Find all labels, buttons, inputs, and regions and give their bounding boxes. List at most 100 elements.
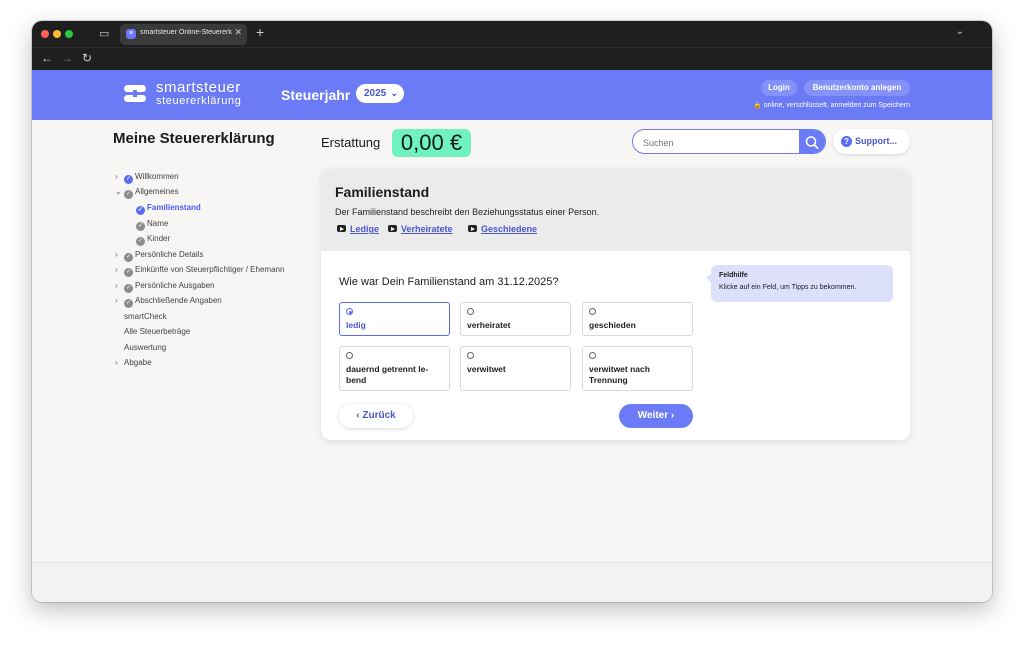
sidebar-item-allgemeines[interactable]: ⌄ ✓ Allgemeines — [115, 187, 179, 199]
card-description: Der Familienstand beschreibt den Beziehu… — [335, 207, 600, 217]
sidebar-item-willkommen[interactable]: › ✓ Willkommen — [115, 172, 179, 184]
option-dauernd-getrennt[interactable]: dauernd getrennt le-bend — [339, 346, 450, 391]
logo-text-steuererklaerung: steuererklärung — [156, 95, 242, 107]
option-verheiratet[interactable]: verheiratet — [460, 302, 571, 336]
video-link-geschiedene[interactable]: Geschiedene — [468, 224, 537, 234]
chevron-right-icon: › — [115, 250, 118, 259]
check-icon: ✓ — [124, 253, 133, 262]
browser-tab[interactable]: ≡ smartsteuer Online-Steuererklä ✕ — [120, 24, 247, 45]
sidebar-title: Meine Steuererklärung — [113, 130, 275, 147]
field-help-title: Feldhilfe — [719, 272, 748, 279]
maximize-window-button[interactable] — [65, 30, 73, 38]
back-arrow-icon[interactable]: ← — [41, 51, 53, 65]
login-button[interactable]: Login — [761, 80, 797, 96]
next-button[interactable]: Weiter › — [619, 404, 693, 428]
close-window-button[interactable] — [41, 30, 49, 38]
radio-icon — [589, 352, 596, 359]
sidebar-item-name[interactable]: ✓ Name — [136, 219, 168, 231]
lock-icon: 🔒 — [753, 102, 762, 109]
steuerjahr-label: Steuerjahr — [281, 87, 351, 103]
search-icon — [805, 136, 819, 149]
sidebar-item-abschliessende-angaben[interactable]: › ✓ Abschließende Angaben — [115, 296, 222, 308]
check-icon: ✓ — [136, 222, 145, 231]
close-tab-icon[interactable]: ✕ — [234, 27, 242, 38]
check-icon: ✓ — [136, 237, 145, 246]
card-header: Familienstand Der Familienstand beschrei… — [321, 169, 910, 251]
tab-overview-icon[interactable]: ▭ — [99, 27, 109, 40]
sidebar-item-kinder[interactable]: ✓ Kinder — [136, 234, 170, 246]
new-tab-button[interactable]: + — [256, 24, 264, 40]
option-ledig[interactable]: ledig — [339, 302, 450, 336]
sidebar-item-auswertung[interactable]: Auswertung — [124, 343, 166, 352]
check-icon: ✓ — [124, 284, 133, 293]
next-label: Weiter — [637, 410, 669, 421]
card-title: Familienstand — [335, 184, 430, 200]
option-verwitwet[interactable]: verwitwet — [460, 346, 571, 391]
register-button[interactable]: Benutzerkonto anlegen — [804, 80, 910, 96]
video-link-ledige[interactable]: Ledige — [337, 224, 379, 234]
sidebar-item-label: Einkünfte von Steuerpflichtiger / Eheman… — [135, 265, 285, 274]
chevron-right-icon: › — [115, 296, 118, 305]
back-button[interactable]: ‹ Zurück — [339, 404, 413, 428]
sidebar-item-label: Persönliche Details — [135, 250, 204, 259]
chevron-down-icon: ⌄ — [115, 187, 122, 196]
sidebar-item-label: Name — [147, 219, 169, 228]
back-label: Zurück — [362, 410, 396, 421]
option-label: dauernd getrennt le-bend — [346, 364, 429, 385]
search-input[interactable] — [641, 134, 795, 151]
video-link-label: Geschiedene — [481, 224, 538, 234]
chevron-right-icon: › — [115, 265, 118, 274]
logo-text-smartsteuer: smartsteuer — [156, 79, 241, 96]
minimize-window-button[interactable] — [53, 30, 61, 38]
video-link-label: Ledige — [350, 224, 380, 234]
browser-nav-bar: ← → ↻ — [32, 47, 992, 71]
secure-note-text: online, verschlüsselt, anmelden zum Spei… — [763, 102, 910, 109]
chevron-right-icon: › — [115, 358, 118, 367]
sidebar-item-label: Abgabe — [124, 358, 152, 367]
forward-arrow-icon[interactable]: → — [61, 51, 73, 65]
year-select[interactable]: 2025 ⌄ — [356, 84, 404, 103]
sidebar-item-familienstand[interactable]: ✓ Familienstand — [136, 203, 201, 215]
check-icon: ✓ — [124, 268, 133, 277]
sidebar-item-label: Abschließende Angaben — [135, 296, 222, 305]
sidebar-item-smartcheck[interactable]: smartCheck — [124, 312, 167, 321]
smartsteuer-logo-icon[interactable] — [123, 84, 147, 104]
video-play-icon — [388, 225, 397, 232]
question-text: Wie war Dein Familienstand am 31.12.2025… — [339, 276, 559, 288]
browser-window: ▭ ≡ smartsteuer Online-Steuererklä ✕ + ⌄… — [32, 21, 992, 602]
erstattung-label: Erstattung — [321, 135, 381, 150]
chevron-left-icon: ‹ — [356, 410, 360, 421]
sidebar-item-label: Familienstand — [147, 203, 201, 212]
option-verwitwet-nach-trennung[interactable]: verwitwet nach Trennung — [582, 346, 693, 391]
field-help-tooltip: Feldhilfe Klicke auf ein Feld, um Tipps … — [706, 265, 893, 302]
reload-icon[interactable]: ↻ — [82, 51, 92, 65]
video-link-label: Verheiratete — [401, 224, 453, 234]
question-card: Familienstand Der Familienstand beschrei… — [321, 169, 910, 440]
page-footer — [32, 562, 992, 602]
check-icon: ✓ — [124, 299, 133, 308]
sidebar-item-alle-steuerbetraege[interactable]: Alle Steuerbeträge — [124, 327, 190, 336]
option-label: ledig — [346, 320, 366, 330]
chevron-right-icon: › — [115, 281, 118, 290]
sidebar-item-label: Kinder — [147, 234, 171, 243]
video-link-verheiratete[interactable]: Verheiratete — [388, 224, 453, 234]
tab-list-chevron-icon[interactable]: ⌄ — [956, 26, 964, 37]
sidebar-item-abgabe[interactable]: › Abgabe — [115, 358, 152, 367]
app-header: smartsteuer steuererklärung Steuerjahr 2… — [32, 70, 992, 120]
radio-icon — [467, 352, 474, 359]
support-button[interactable]: ? Support... — [833, 129, 910, 154]
option-geschieden[interactable]: geschieden — [582, 302, 693, 336]
option-label: verwitwet nach Trennung — [589, 364, 650, 385]
video-play-icon — [337, 225, 346, 232]
check-icon: ✓ — [136, 206, 145, 215]
option-label: geschieden — [589, 320, 636, 330]
search-button[interactable] — [799, 130, 825, 153]
sidebar-item-label: Willkommen — [135, 172, 179, 181]
option-label: verwitwet — [467, 364, 506, 374]
sidebar-item-einkuenfte[interactable]: › ✓ Einkünfte von Steuerpflichtiger / Ehem… — [115, 265, 284, 277]
sidebar-item-persoenliche-ausgaben[interactable]: › ✓ Persönliche Ausgaben — [115, 281, 215, 293]
field-help-text: Klicke auf ein Feld, um Tipps zu bekomme… — [719, 284, 857, 291]
radio-selected-icon — [346, 308, 353, 315]
video-play-icon — [468, 225, 477, 232]
sidebar-item-persoenliche-details[interactable]: › ✓ Persönliche Details — [115, 250, 203, 262]
